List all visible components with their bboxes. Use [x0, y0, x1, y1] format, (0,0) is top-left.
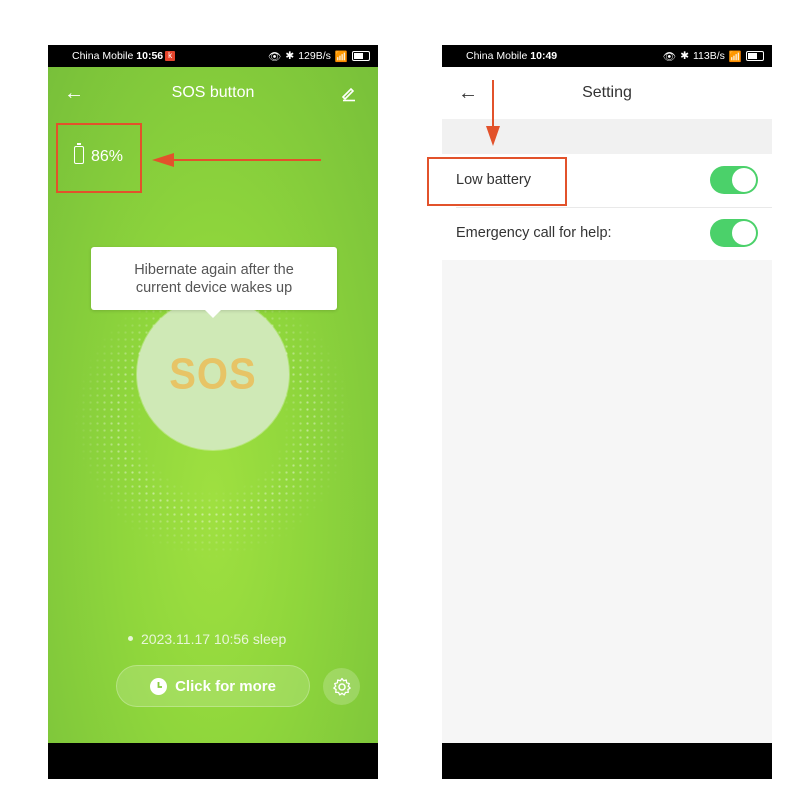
tooltip-line-1: Hibernate again after the	[134, 262, 294, 278]
toggle-knob	[732, 221, 756, 245]
clock-time: 10:56	[136, 50, 164, 62]
gear-icon	[332, 677, 351, 696]
notification-icon: k	[165, 51, 176, 61]
status-bar: China Mobile 10:49 👁 ✱ 113B/s 📶	[442, 45, 772, 67]
eye-icon: 👁	[268, 50, 282, 63]
battery-highlight-box	[56, 123, 142, 193]
nav-bar	[442, 743, 772, 779]
clock-icon	[150, 677, 168, 695]
low-battery-toggle[interactable]	[710, 166, 758, 194]
signal-icon: 📶	[334, 50, 348, 63]
status-battery-icon	[352, 51, 370, 61]
toggle-knob	[732, 168, 756, 192]
carrier-label: China Mobile	[466, 50, 528, 62]
clock-time: 10:49	[530, 50, 558, 62]
nav-bar	[48, 743, 378, 779]
emergency-call-toggle[interactable]	[710, 219, 758, 247]
settings-button[interactable]	[323, 668, 360, 705]
sos-label: SOS	[169, 349, 257, 398]
device-status-text: 2023.11.17 10:56 sleep	[141, 631, 287, 647]
carrier-label: China Mobile	[72, 50, 134, 62]
network-speed: 113B/s	[693, 50, 725, 62]
tooltip-line-2: current device wakes up	[135, 280, 293, 296]
edit-pencil-icon[interactable]	[340, 84, 358, 102]
status-bar: China Mobile 10:56 k 👁 ✱ 129B/s 📶	[48, 45, 378, 67]
hibernate-tooltip: Hibernate again after the current device…	[91, 247, 337, 318]
status-icons: 👁 ✱ 129B/s 📶	[268, 45, 370, 67]
page-title: SOS button	[171, 84, 255, 101]
network-speed: 129B/s	[298, 50, 331, 62]
status-battery-icon	[746, 51, 764, 61]
setting-row-emergency-call: Emergency call for help:	[442, 207, 772, 260]
low-battery-highlight-box	[427, 157, 567, 206]
page-title: Setting	[582, 84, 632, 101]
status-icons: 👁 ✱ 113B/s 📶	[663, 45, 764, 67]
sos-button[interactable]: SOS	[137, 298, 289, 450]
device-status-line: 2023.11.17 10:56 sleep	[128, 631, 286, 647]
setting-screen: China Mobile 10:49 👁 ✱ 113B/s 📶 ← Settin…	[442, 45, 772, 779]
click-for-more-label: Click for more	[175, 677, 276, 695]
bluetooth-icon: ✱	[680, 50, 689, 62]
empty-area	[442, 260, 772, 743]
click-for-more-button[interactable]: Click for more	[116, 665, 310, 707]
section-gap	[442, 119, 772, 154]
bluetooth-icon: ✱	[285, 50, 295, 62]
signal-icon: 📶	[728, 50, 742, 63]
setting-label: Emergency call for help:	[456, 225, 612, 241]
eye-icon: 👁	[662, 50, 677, 63]
status-dot	[128, 635, 133, 641]
